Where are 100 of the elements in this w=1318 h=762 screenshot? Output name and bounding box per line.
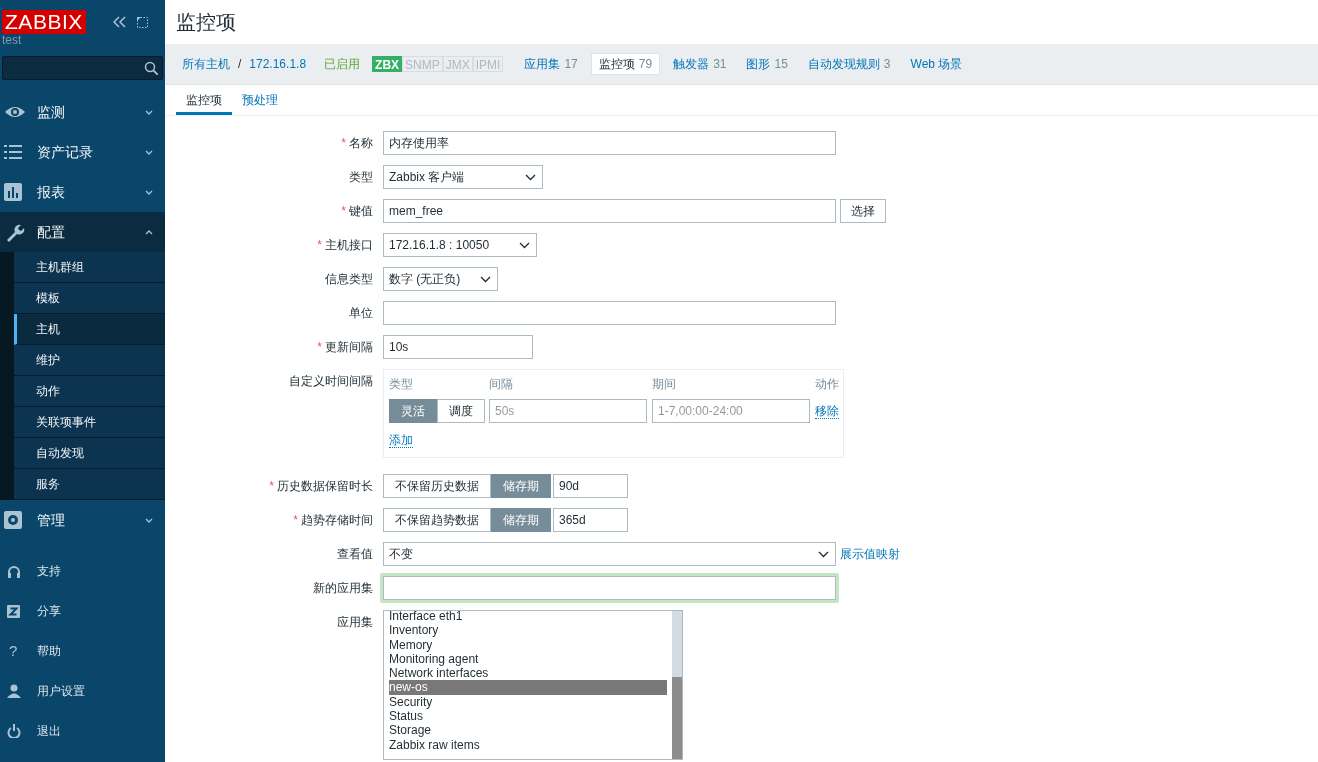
- footer-link[interactable]: 分享: [0, 591, 165, 631]
- search-field[interactable]: [2, 56, 163, 80]
- menu-item[interactable]: 管理: [0, 500, 165, 540]
- select-button[interactable]: 选择: [840, 199, 886, 223]
- menu-item[interactable]: 配置: [0, 212, 165, 252]
- collapse-icon: [113, 16, 126, 28]
- form-tab[interactable]: 预处理: [232, 84, 288, 115]
- input-field[interactable]: [380, 573, 839, 603]
- bar-chart-icon: [4, 183, 22, 201]
- add-link[interactable]: 添加: [389, 433, 413, 448]
- column-header: 间隔: [489, 376, 514, 393]
- input-field[interactable]: 10s: [383, 335, 533, 359]
- list-option[interactable]: Inventory: [389, 623, 667, 638]
- menu-item[interactable]: 监测: [0, 92, 165, 132]
- remove-link[interactable]: 移除: [815, 403, 839, 419]
- chevron-down-icon: [145, 148, 153, 156]
- footer-link[interactable]: ? 帮助: [0, 631, 165, 671]
- user-icon: [7, 684, 21, 698]
- submenu-item[interactable]: 服务: [14, 469, 165, 500]
- value-mapping-link[interactable]: 展示值映射: [840, 545, 900, 563]
- field-label: 查看值: [337, 546, 373, 563]
- submenu-item[interactable]: 主机群组: [14, 252, 165, 283]
- caret-icon: [525, 173, 536, 181]
- list-option[interactable]: Zabbix raw items: [389, 737, 667, 752]
- storage-toggle[interactable]: 不保留历史数据: [383, 474, 491, 498]
- select-field[interactable]: 172.16.1.8 : 10050: [383, 233, 537, 257]
- mode-toggle[interactable]: 调度: [437, 399, 485, 423]
- availability-badge: JMX: [442, 56, 473, 72]
- input-field[interactable]: 1-7,00:00-24:00: [652, 399, 810, 423]
- list-option[interactable]: Security: [389, 694, 667, 710]
- menu-item[interactable]: 资产记录: [0, 132, 165, 172]
- caret-icon: [480, 275, 491, 283]
- submenu-item[interactable]: 主机: [14, 314, 165, 345]
- breadcrumb-link[interactable]: 172.16.1.8: [249, 55, 307, 73]
- required-mark: *: [317, 339, 322, 356]
- host-tab[interactable]: 监控项 79: [590, 53, 661, 75]
- footer-link[interactable]: 退出: [0, 711, 165, 751]
- select-field[interactable]: 数字 (无正负): [383, 267, 498, 291]
- list-option[interactable]: Memory: [389, 637, 667, 652]
- logo: ZABBIX: [2, 10, 86, 34]
- required-mark: *: [317, 237, 322, 254]
- field-label: 新的应用集: [313, 580, 373, 597]
- breadcrumb-link[interactable]: 所有主机: [182, 55, 230, 73]
- form-tab[interactable]: 监控项: [176, 84, 232, 115]
- list-option[interactable]: Status: [389, 709, 667, 724]
- column-header: 动作: [815, 376, 839, 393]
- menu-item[interactable]: 报表: [0, 172, 165, 212]
- settings-icon: [4, 511, 22, 529]
- input-field[interactable]: 50s: [489, 399, 647, 423]
- list-option[interactable]: Storage: [389, 723, 667, 738]
- host-tab[interactable]: 自动发现规则 3: [800, 53, 898, 75]
- list-option[interactable]: new-os: [389, 680, 667, 695]
- column-header: 期间: [652, 376, 677, 393]
- help-icon: ?: [7, 639, 18, 663]
- submenu-item[interactable]: 模板: [14, 283, 165, 314]
- scrollbar[interactable]: [672, 611, 682, 759]
- field-label: 名称: [349, 135, 373, 152]
- submenu-item[interactable]: 自动发现: [14, 438, 165, 469]
- availability-badge: ZBX: [372, 56, 403, 72]
- chevron-down-icon: [145, 188, 153, 196]
- input-field[interactable]: 90d: [553, 474, 628, 498]
- input-field[interactable]: [383, 301, 836, 325]
- power-icon: [7, 724, 21, 738]
- footer-link[interactable]: 用户设置: [0, 671, 165, 711]
- page-title: 监控项: [176, 10, 236, 35]
- share-icon: [7, 604, 20, 618]
- input-field[interactable]: mem_free: [383, 199, 836, 223]
- caret-icon: [519, 241, 530, 249]
- application-list[interactable]: Interface eth1 Inventory Memory Monitoring agent Network interfaces new-os Security Status Storage Zabbix raw items: [383, 610, 683, 760]
- select-field[interactable]: 不变: [383, 542, 836, 566]
- input-field[interactable]: 内存使用率: [383, 131, 836, 155]
- storage-toggle[interactable]: 不保留趋势数据: [383, 508, 491, 532]
- field-label: 主机接口: [325, 237, 373, 254]
- caret-icon: [818, 550, 829, 558]
- chevron-down-icon: [145, 516, 153, 524]
- field-label: 键值: [349, 203, 373, 220]
- footer-link[interactable]: 支持: [0, 551, 165, 591]
- input-field[interactable]: 365d: [553, 508, 628, 532]
- submenu-item[interactable]: 维护: [14, 345, 165, 376]
- host-tab[interactable]: 触发器 31: [666, 53, 734, 75]
- list-option[interactable]: Interface eth1: [389, 611, 667, 624]
- host-tab[interactable]: 图形 15: [739, 53, 795, 75]
- host-tab[interactable]: 应用集 17: [517, 53, 585, 75]
- list-option[interactable]: Network interfaces: [389, 666, 667, 681]
- field-label: 历史数据保留时长: [277, 478, 373, 495]
- fullscreen-icon: [136, 15, 149, 29]
- submenu-item[interactable]: 关联项事件: [14, 407, 165, 438]
- availability-badge: IPMI: [472, 56, 504, 72]
- field-label: 应用集: [337, 614, 373, 631]
- field-label: 类型: [349, 169, 373, 186]
- field-label: 自定义时间间隔: [289, 373, 373, 390]
- select-field[interactable]: Zabbix 客户端: [383, 165, 543, 189]
- field-label: 信息类型: [325, 271, 373, 288]
- availability-badge: SNMP: [402, 56, 443, 72]
- chevron-down-icon: [145, 108, 153, 116]
- column-header: 类型: [389, 376, 414, 393]
- submenu-item[interactable]: 动作: [14, 376, 165, 407]
- required-mark: *: [341, 203, 346, 220]
- list-option[interactable]: Monitoring agent: [389, 651, 667, 667]
- host-tab[interactable]: Web 场景: [903, 53, 970, 75]
